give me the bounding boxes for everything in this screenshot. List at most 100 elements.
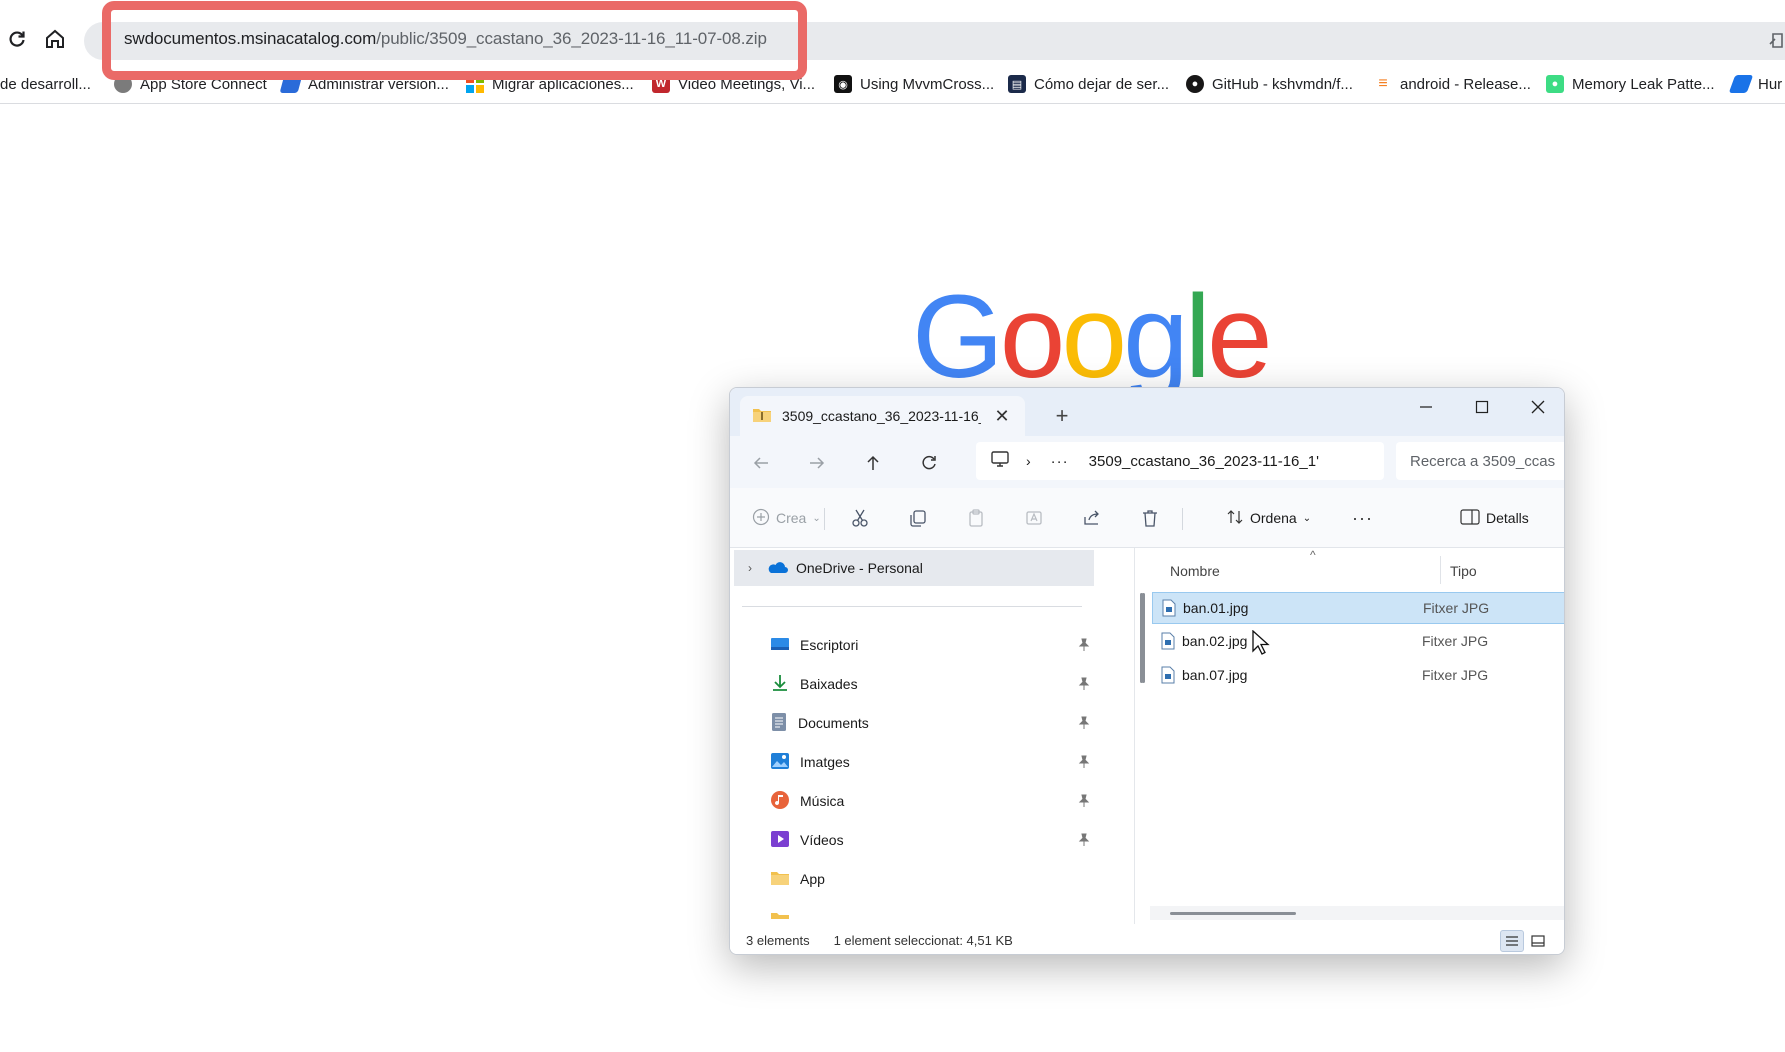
computer-icon xyxy=(990,450,1010,472)
nav-item-label: Vídeos xyxy=(800,832,844,848)
pin-icon[interactable] xyxy=(1078,716,1090,733)
nav-item-label: Escriptori xyxy=(800,637,859,653)
bookmark-item-1[interactable]: de desarroll... xyxy=(0,73,91,95)
nav-item-musica[interactable]: Música xyxy=(770,786,1090,816)
bookmark-label: Migrar aplicaciones... xyxy=(492,75,634,93)
nav-item-baixades[interactable]: Baixades xyxy=(770,669,1090,699)
nav-item-documents[interactable]: Documents xyxy=(770,708,1090,738)
nav-item-videos[interactable]: Vídeos xyxy=(770,825,1090,855)
column-header-type[interactable]: Tipo xyxy=(1450,556,1477,586)
bookmark-label: android - Release... xyxy=(1400,75,1531,93)
folder-icon xyxy=(770,903,790,922)
new-tab-button[interactable]: + xyxy=(1048,402,1076,430)
bookmark-item-10[interactable]: ● Memory Leak Patte... xyxy=(1546,73,1715,95)
bookmark-item-7[interactable]: ▤ Cómo dejar de ser... xyxy=(1008,73,1169,95)
command-separator xyxy=(824,508,825,530)
close-window-icon[interactable] xyxy=(1510,388,1564,426)
home-icon[interactable] xyxy=(42,26,68,52)
navigation-bar: › ··· 3509_ccastano_36_2023-11-16_1' Rec… xyxy=(730,436,1564,488)
zip-folder-icon xyxy=(752,407,772,426)
pin-icon[interactable] xyxy=(1078,638,1090,655)
pin-icon[interactable] xyxy=(1078,833,1090,850)
bookmark-item-2[interactable]: App Store Connect xyxy=(114,73,267,95)
file-name: ban.07.jpg xyxy=(1182,667,1248,683)
horizontal-scrollbar[interactable] xyxy=(1170,912,1296,915)
nav-item-label: Documents xyxy=(798,715,869,731)
refresh-icon[interactable] xyxy=(914,448,944,478)
nav-item-escriptori[interactable]: Escriptori xyxy=(770,630,1090,660)
reload-icon[interactable] xyxy=(4,26,30,52)
url-path: /public/3509_ccastano_36_2023-11-16_11-0… xyxy=(376,29,767,48)
command-separator xyxy=(1182,508,1183,530)
w-icon: W xyxy=(652,75,670,93)
bookmark-item-8[interactable]: ● GitHub - kshvmdn/f... xyxy=(1186,73,1353,95)
bookmark-label: App Store Connect xyxy=(140,75,267,93)
forward-arrow-icon[interactable] xyxy=(802,448,832,478)
url-host: swdocumentos.msinacatalog.com xyxy=(124,29,377,48)
logo-letter: o xyxy=(999,271,1066,403)
address-path-text: 3509_ccastano_36_2023-11-16_1' xyxy=(1088,452,1319,470)
maximize-icon[interactable] xyxy=(1454,388,1510,426)
pane-splitter[interactable] xyxy=(1134,548,1135,924)
back-arrow-icon[interactable] xyxy=(746,448,776,478)
url-text[interactable]: swdocumentos.msinacatalog.com/public/350… xyxy=(124,29,767,49)
bookmark-label: Memory Leak Patte... xyxy=(1572,75,1715,93)
column-header-name[interactable]: Nombre xyxy=(1170,556,1220,586)
bookmark-item-6[interactable]: ◉ Using MvvmCross... xyxy=(834,73,994,95)
explorer-address-field[interactable]: › ··· 3509_ccastano_36_2023-11-16_1' xyxy=(976,442,1384,480)
nav-item-partial[interactable] xyxy=(770,900,1090,924)
download-icon xyxy=(770,674,790,695)
rename-icon[interactable] xyxy=(1024,504,1044,532)
explorer-search-field[interactable]: Recerca a 3509_ccas xyxy=(1396,442,1564,480)
copy-icon[interactable] xyxy=(908,504,928,532)
sort-button[interactable]: Ordena ⌄ xyxy=(1226,504,1311,532)
cut-icon[interactable] xyxy=(850,504,870,532)
more-options-button[interactable]: ··· xyxy=(1352,504,1373,532)
up-arrow-icon[interactable] xyxy=(858,448,888,478)
bookmark-item-4[interactable]: Migrar aplicaciones... xyxy=(466,73,634,95)
file-type: Fitxer JPG xyxy=(1422,633,1489,649)
title-bar: 3509_ccastano_36_2023-11-16_ ✕ + xyxy=(730,388,1564,436)
navigation-pane: › OneDrive - Personal Escriptori Baixade… xyxy=(730,548,1145,924)
details-label: Detalls xyxy=(1486,510,1529,526)
share-icon[interactable] xyxy=(1082,504,1102,532)
sort-label: Ordena xyxy=(1250,510,1297,526)
bookmark-item-5[interactable]: W Video Meetings, Vi... xyxy=(652,73,815,95)
minimize-icon[interactable] xyxy=(1398,388,1454,426)
close-tab-icon[interactable]: ✕ xyxy=(991,405,1013,427)
extension-icon[interactable] xyxy=(1769,30,1783,50)
sort-ascending-icon: ^ xyxy=(1310,548,1316,562)
new-button[interactable]: Crea ⌄ xyxy=(752,504,821,532)
details-view-icon[interactable] xyxy=(1500,930,1524,952)
details-button[interactable]: Detalls xyxy=(1460,504,1529,532)
file-row[interactable]: ban.02.jpg Fitxer JPG xyxy=(1152,626,1564,658)
bookmark-item-11[interactable]: Hur xyxy=(1728,73,1782,95)
nav-item-app[interactable]: App xyxy=(770,864,1090,894)
delete-icon[interactable] xyxy=(1140,504,1160,532)
file-row[interactable]: ban.01.jpg Fitxer JPG xyxy=(1152,592,1564,624)
nav-scrollbar-thumb[interactable] xyxy=(1140,593,1143,683)
windows-icon xyxy=(466,75,484,93)
nav-item-label: Baixades xyxy=(800,676,858,692)
logo-letter: l xyxy=(1184,271,1211,403)
file-row[interactable]: ban.07.jpg Fitxer JPG xyxy=(1152,660,1564,692)
pictures-icon xyxy=(770,752,790,773)
more-path-icon[interactable]: ··· xyxy=(1051,453,1069,470)
apple-icon xyxy=(114,75,132,93)
chevron-right-icon: › xyxy=(1026,453,1031,469)
pin-icon[interactable] xyxy=(1078,794,1090,811)
bookmark-item-3[interactable]: Administrar version... xyxy=(279,73,449,95)
pin-icon[interactable] xyxy=(1078,755,1090,772)
onedrive-root-item[interactable]: › OneDrive - Personal xyxy=(734,550,1094,586)
explorer-tab[interactable]: 3509_ccastano_36_2023-11-16_ ✕ xyxy=(740,396,1025,436)
pin-icon[interactable] xyxy=(1078,677,1090,694)
logo-letter: g xyxy=(1123,271,1189,403)
column-divider[interactable] xyxy=(1440,556,1441,584)
bookmark-item-9[interactable]: ≡ android - Release... xyxy=(1374,73,1531,95)
chevron-right-icon[interactable]: › xyxy=(748,561,752,575)
bookmark-label: Cómo dejar de ser... xyxy=(1034,75,1170,93)
paste-icon[interactable] xyxy=(966,504,986,532)
nav-item-imatges[interactable]: Imatges xyxy=(770,747,1090,777)
pencil-icon xyxy=(279,75,303,93)
tiles-view-icon[interactable] xyxy=(1526,930,1550,952)
